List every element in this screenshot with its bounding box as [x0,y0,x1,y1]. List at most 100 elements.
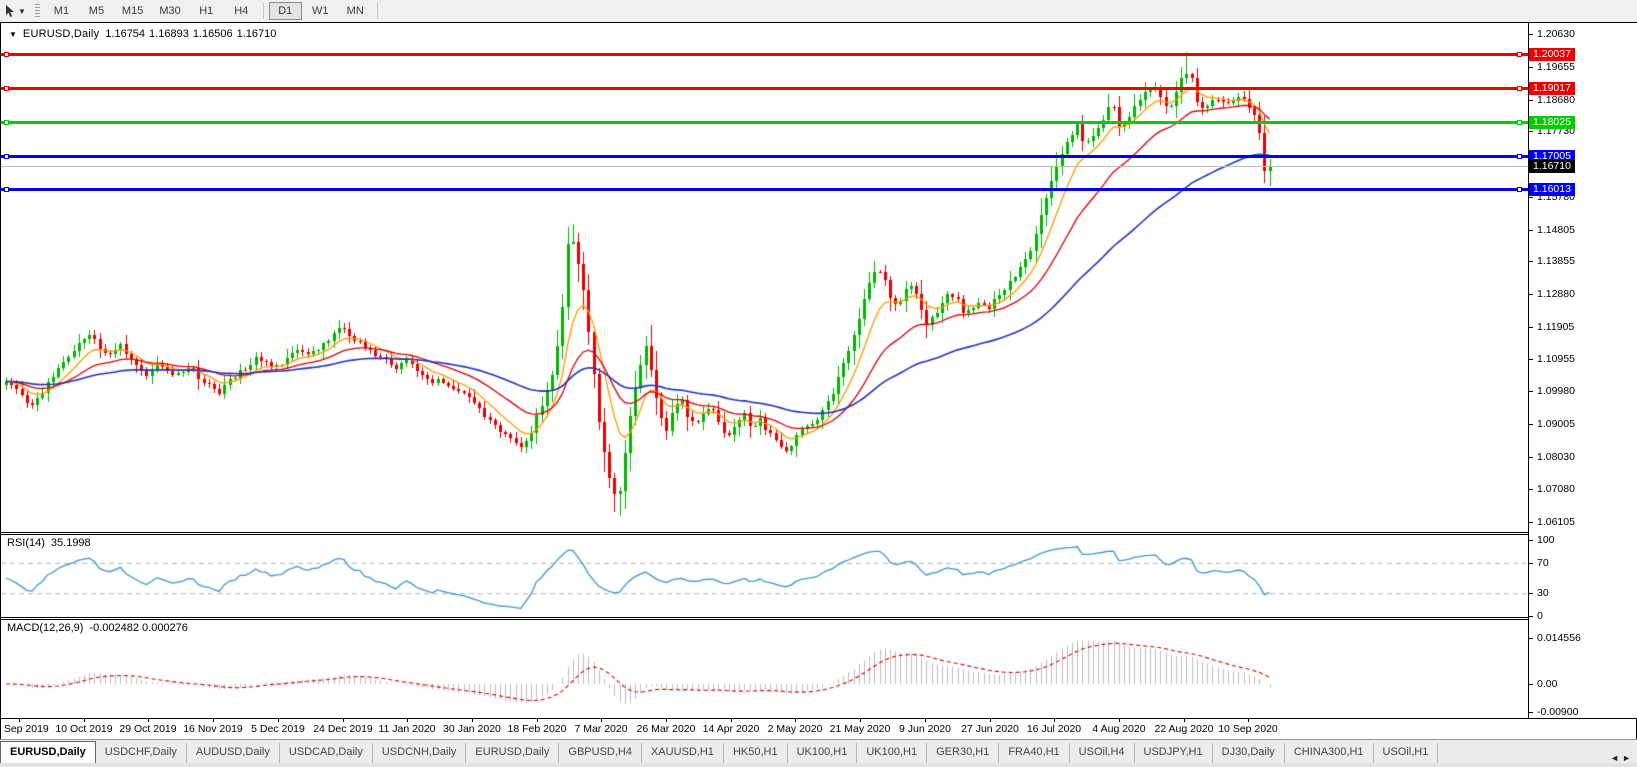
horizontal-level-line-1.19017[interactable] [1,87,1528,90]
chart-tab-USOil-H1[interactable]: USOil,H1 [1374,743,1439,763]
toolbar-separator [376,3,378,19]
chart-tab-CHINA300-H1[interactable]: CHINA300,H1 [1285,743,1374,763]
price-tick-dash [1529,489,1533,490]
chart-tab-UK100-H1[interactable]: UK100,H1 [857,743,928,763]
chart-window: ▼ EURUSD,Daily 1.16754 1.16893 1.16506 1… [0,22,1637,739]
chart-tab-UK100-H1[interactable]: UK100,H1 [788,743,858,763]
chart-tab-HK50-H1[interactable]: HK50,H1 [724,743,788,763]
level-line-handle-right[interactable] [1517,187,1522,192]
timeframe-button-M30[interactable]: M30 [152,2,187,20]
date-tick [731,719,732,722]
ohlc-high: 1.16893 [149,28,189,40]
price-tick-label: 1.11905 [1537,321,1575,333]
date-tick [213,719,214,722]
status-strip [0,763,1637,767]
level-line-handle-left[interactable] [4,120,9,125]
ohlc-close: 1.16710 [236,28,277,40]
chart-tab-USDCAD-Daily[interactable]: USDCAD,Daily [280,743,373,763]
price-tick-label: 1.10955 [1537,353,1575,365]
chart-tab-EURUSD-Daily[interactable]: EURUSD,Daily [0,741,96,763]
chart-tab-USDCNH-Daily[interactable]: USDCNH,Daily [373,743,467,763]
price-tick-label: 1.09005 [1537,418,1575,430]
price-axis[interactable]: 1.20630 1.19655 1.18680 1.17730 1.15780 1.148… [1528,23,1637,718]
tab-scroll-left-icon[interactable]: ◄ [1610,753,1622,763]
chart-title[interactable]: ▼ EURUSD,Daily 1.16754 1.16893 1.16506 1… [9,28,276,40]
toolbar-separator [262,3,264,19]
date-tick [990,719,991,722]
cursor-tool-button[interactable]: ▼ [2,4,29,19]
price-tick-dash [1529,197,1533,198]
rsi-tick-label: 30 [1537,587,1549,599]
panel-separator-rsi-macd[interactable] [1,617,1637,620]
timeframe-button-H4[interactable]: H4 [225,2,258,20]
macd-tick-label: -0.00900 [1537,706,1579,718]
chart-tab-GER30-H1[interactable]: GER30,H1 [927,743,1000,763]
chart-tab-AUDUSD-Daily[interactable]: AUDUSD,Daily [187,743,280,763]
horizontal-level-line-1.17005[interactable] [1,155,1528,158]
chart-tab-USDCHF-Daily[interactable]: USDCHF,Daily [96,743,187,763]
panel-separator-main-rsi[interactable] [1,532,1637,535]
price-tick-dash [1529,261,1533,262]
price-tick-label: 1.20630 [1537,28,1575,40]
price-tick-dash [1529,327,1533,328]
timeframe-button-H1[interactable]: H1 [190,2,223,20]
rsi-tick-label: 0 [1537,610,1543,622]
mt4-terminal: ▼ M1 M5 M15 M30 H1 H4 D1 W1 MN ▼ EURUSD,Daily 1.… [0,0,1637,767]
price-tick-dash [1529,294,1533,295]
macd-tick-dash [1529,684,1533,685]
rsi-label: RSI(14) [7,537,45,549]
price-tick-dash [1529,457,1533,458]
level-line-handle-left[interactable] [4,154,9,159]
tab-scroll-right-icon[interactable]: ► [1622,753,1634,763]
price-level-badge-1.18025: 1.18025 [1529,116,1575,129]
price-tick-label: 1.13855 [1537,255,1575,267]
rsi-tick-dash [1529,616,1533,617]
date-tick [472,719,473,722]
chart-tab-USDJPY-H1[interactable]: USDJPY,H1 [1135,743,1213,763]
date-tick [19,719,20,722]
date-tick [1119,719,1120,722]
macd-tick-dash [1529,638,1533,639]
horizontal-level-line-1.18025[interactable] [1,121,1528,124]
chart-tab-USOil-H4[interactable]: USOil,H4 [1070,743,1135,763]
timeframe-button-D1[interactable]: D1 [268,2,302,20]
timeframe-button-M5[interactable]: M5 [80,2,113,20]
horizontal-level-line-1.16013[interactable] [1,188,1528,191]
horizontal-level-line-1.20037[interactable] [1,53,1528,56]
toolbar-grip[interactable] [34,4,40,18]
ohlc-open: 1.16754 [105,28,146,40]
date-tick [148,719,149,722]
price-tick-dash [1529,359,1533,360]
rsi-value: 35.1998 [50,537,91,549]
level-line-handle-left[interactable] [4,52,9,57]
timeframe-button-M15[interactable]: M15 [115,2,150,20]
date-tick [1248,719,1249,722]
price-tick-label: 1.07080 [1537,483,1575,495]
level-line-handle-left[interactable] [4,187,9,192]
level-line-handle-left[interactable] [4,86,9,91]
timeframe-button-M1[interactable]: M1 [45,2,78,20]
date-tick [1054,719,1055,722]
current-price-badge: 1.16710 [1529,160,1575,173]
level-line-handle-right[interactable] [1517,86,1522,91]
chart-symbol-period: EURUSD,Daily [22,28,100,40]
level-line-handle-right[interactable] [1517,52,1522,57]
chart-tab-DJ30-Daily[interactable]: DJ30,Daily [1213,743,1285,763]
date-label: 10 Sep 2020 [1218,723,1278,735]
chart-tab-FRA40-H1[interactable]: FRA40,H1 [999,743,1070,763]
chart-tab-EURUSD-Daily[interactable]: EURUSD,Daily [466,743,560,763]
chart-tab-XAUUSD-H1[interactable]: XAUUSD,H1 [642,743,724,763]
collapse-triangle-icon[interactable]: ▼ [9,30,17,39]
price-tick-label: 1.12880 [1537,288,1575,300]
date-tick [925,719,926,722]
level-line-handle-right[interactable] [1517,120,1522,125]
level-line-handle-right[interactable] [1517,154,1522,159]
price-tick-dash [1529,230,1533,231]
chart-tab-GBPUSD-H4[interactable]: GBPUSD,H4 [559,743,642,763]
timeframe-button-W1[interactable]: W1 [304,2,337,20]
timeframe-button-MN[interactable]: MN [339,2,372,20]
time-axis[interactable]: 21 Sep 201910 Oct 201929 Oct 201916 Nov … [0,719,1637,739]
price-tick-label: 1.08030 [1537,451,1575,463]
price-tick-label: 1.14805 [1537,224,1575,236]
rsi-tick-label: 70 [1537,557,1549,569]
